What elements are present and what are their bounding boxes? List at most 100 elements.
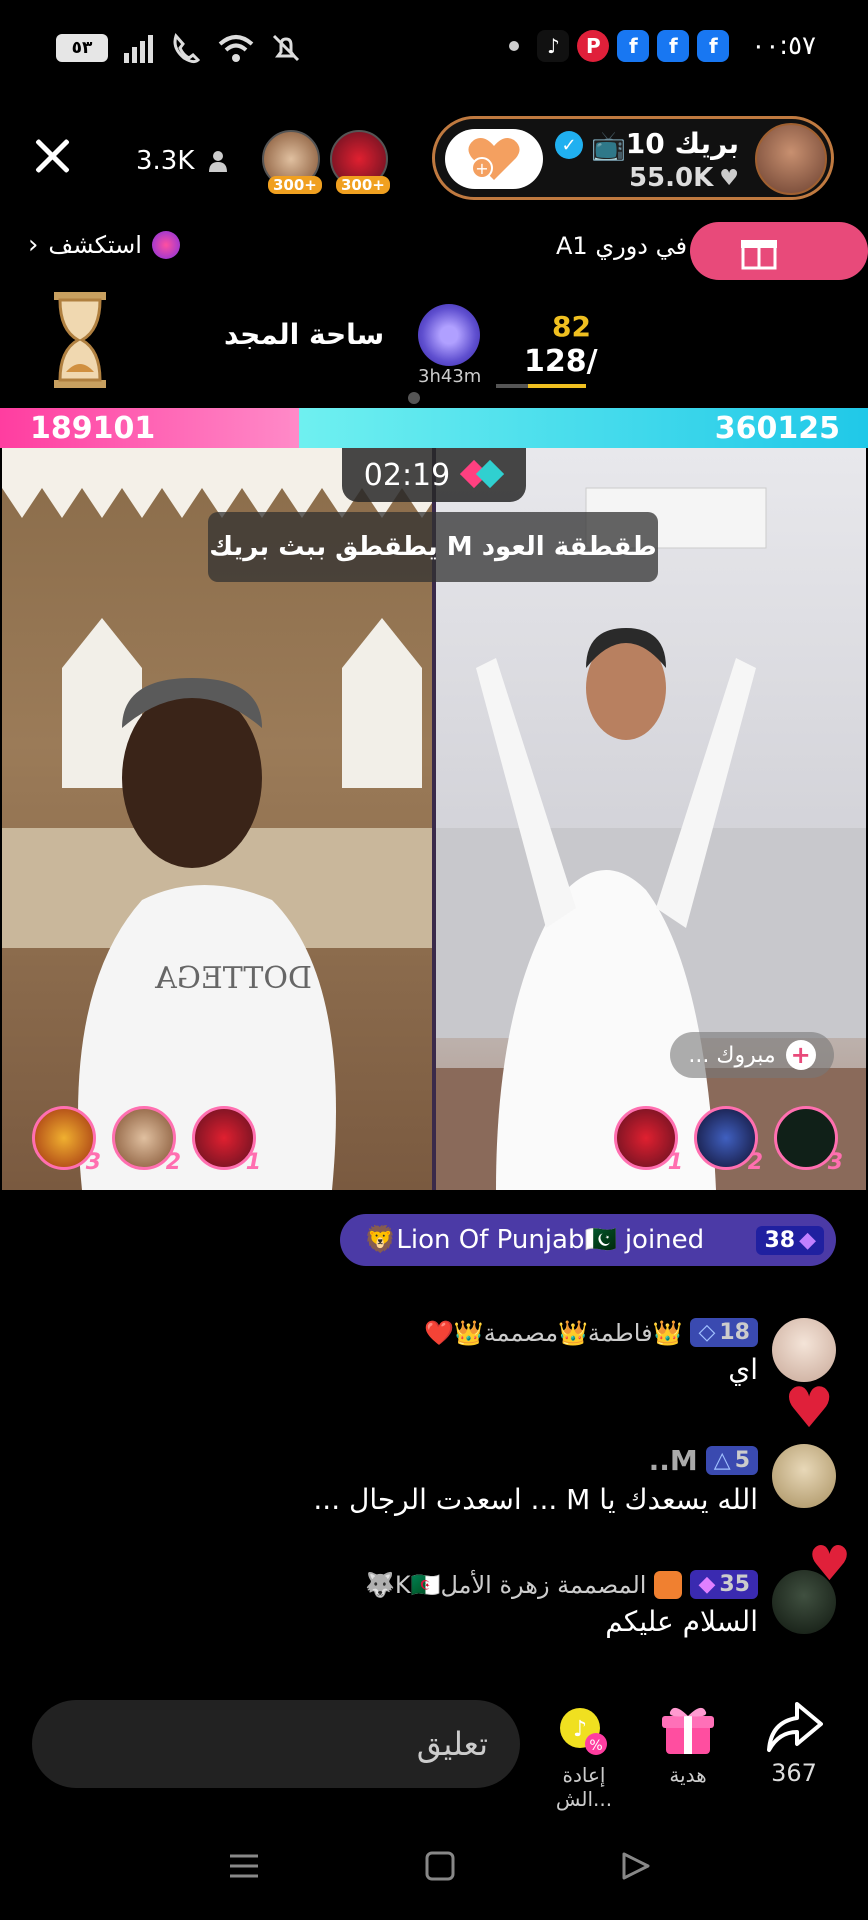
gift-icon <box>741 240 777 270</box>
left-score-bar: 189101 <box>0 408 299 448</box>
rank-number: 2 <box>165 1150 181 1175</box>
triangle-icon: △ <box>713 1448 731 1473</box>
heart-plus-icon: + <box>468 138 520 180</box>
gift-label: هدية <box>669 1763 707 1787</box>
svg-text:%: % <box>589 1738 602 1754</box>
heart-icon: ♥ <box>719 165 739 191</box>
host-name: بريك 10 <box>625 127 739 160</box>
fan-badge-icon <box>654 1570 683 1599</box>
comment-input[interactable]: تعليق <box>32 1700 520 1788</box>
right-score-bar: 360125 <box>298 408 868 448</box>
left-score: 189101 <box>30 410 156 446</box>
hourglass-icon <box>54 292 106 388</box>
reshare-icon: ♪% <box>560 1708 607 1755</box>
facebook-icon: f <box>657 30 690 62</box>
right-rank-avatar[interactable]: 1 <box>614 1106 683 1175</box>
planet-icon <box>151 231 180 259</box>
left-rank-avatar[interactable]: 3 <box>32 1106 101 1175</box>
follow-button[interactable]: + <box>445 129 543 189</box>
gifter-badge: 300+ <box>336 176 390 194</box>
right-rank-avatar[interactable]: 3 <box>774 1106 843 1175</box>
diamond-icon: ◆ <box>799 1227 816 1253</box>
host-likes-value: 55.0K <box>628 163 714 193</box>
indicator-dot <box>408 392 420 404</box>
comment-text: الله يسعدك يا M ... اسعدت الرجال ... <box>313 1483 758 1516</box>
svg-text:DOTTEGA: DOTTEGA <box>155 961 312 996</box>
floating-heart-icon: ♥ <box>808 1536 852 1592</box>
joined-user: 🦁Lion Of Punjab🇵🇰 <box>364 1225 617 1255</box>
user-level-badge: 5 △ <box>705 1446 758 1475</box>
diamond-icon: ◇ <box>698 1320 716 1345</box>
commenter-name: 👑فاطمة👑مصممة👑❤️ <box>424 1318 683 1347</box>
user-level-badge: 35 ◆ <box>690 1570 758 1599</box>
left-rank-avatar[interactable]: 1 <box>192 1106 261 1175</box>
pinterest-icon: P <box>577 30 610 62</box>
person-icon <box>209 151 228 172</box>
svg-text:+: + <box>475 159 488 178</box>
chat-message[interactable]: 35 ◆ المصممة زهرة الأملK🇩🇿🐺 السلام عليكم <box>365 1570 836 1638</box>
status-bar: ٥٣ ♪ P f f f ٠٠:٥٧ <box>0 0 868 100</box>
rank-number: 3 <box>85 1150 101 1175</box>
battle-score-bar: 189101 360125 <box>0 408 868 448</box>
commenter-avatar[interactable] <box>772 1318 836 1382</box>
top-gifter-avatar[interactable]: 300+ <box>330 130 390 194</box>
congrats-pill[interactable]: + مبروك ... <box>670 1032 834 1078</box>
target-timer: 3h43m <box>418 366 482 387</box>
battle-icon <box>460 459 505 489</box>
wifi-call-icon <box>173 33 201 64</box>
facebook-icon: f <box>617 30 650 62</box>
commenter-name: M.. <box>648 1444 698 1477</box>
rank-number: 1 <box>245 1150 261 1175</box>
floating-heart-icon: ♥ <box>784 1376 835 1441</box>
comment-placeholder: تعليق <box>416 1725 488 1763</box>
glory-arena-title[interactable]: ساحة المجد <box>224 318 384 351</box>
host-info-pill[interactable]: + ✓ 📺 بريك 10 55.0K ♥ <box>432 116 834 200</box>
rank-number: 3 <box>827 1150 843 1175</box>
menu-icon[interactable] <box>228 1850 260 1882</box>
clock: ٠٠:٥٧ <box>751 31 816 61</box>
joined-label: joined <box>624 1225 705 1255</box>
gift-promo-pill[interactable] <box>690 222 868 280</box>
comment-text: اي <box>728 1353 758 1386</box>
host-avatar[interactable] <box>755 123 827 195</box>
right-rank-avatar[interactable]: 2 <box>694 1106 763 1175</box>
battery-icon: ٥٣ <box>56 34 108 62</box>
battle-timer-value: 02:19 <box>363 457 451 493</box>
congrats-label: مبروك ... <box>688 1042 776 1068</box>
battle-timer: 02:19 <box>342 448 526 502</box>
top-gifter-avatar[interactable]: 300+ <box>262 130 322 194</box>
chat-message[interactable]: 5 △ M.. الله يسعدك يا M ... اسعدت الرجال … <box>313 1444 836 1516</box>
viewer-count-value: 3.3K <box>136 146 195 176</box>
explore-label: استكشف <box>48 231 142 259</box>
mute-icon <box>272 34 300 62</box>
explore-link[interactable]: استكشف ‹ <box>28 230 180 260</box>
share-count: 367 <box>771 1759 817 1787</box>
chevron-left-icon: ‹ <box>28 230 39 260</box>
tiktok-icon: ♪ <box>537 30 570 62</box>
target-icon[interactable] <box>418 304 480 366</box>
back-icon[interactable] <box>620 1850 652 1882</box>
gift-icon <box>662 1707 714 1754</box>
close-button[interactable] <box>30 134 74 178</box>
notification-dot <box>509 41 520 51</box>
chat-message[interactable]: 18 ◇ 👑فاطمة👑مصممة👑❤️ اي <box>424 1318 836 1386</box>
score-progress-fill <box>528 384 586 388</box>
league-label: في دوري A1 <box>556 232 688 260</box>
level-value: 35 <box>719 1572 750 1597</box>
host-likes: 55.0K ♥ <box>629 163 739 193</box>
commenter-avatar[interactable] <box>772 1444 836 1508</box>
reshare-button[interactable]: ♪% إعادة الش... <box>534 1706 634 1811</box>
left-rank-avatar[interactable]: 2 <box>112 1106 181 1175</box>
diamond-icon: ◆ <box>698 1572 716 1597</box>
level-value: 18 <box>719 1320 750 1345</box>
gift-button[interactable]: هدية <box>652 1702 724 1787</box>
rank-number: 2 <box>747 1150 763 1175</box>
share-button[interactable]: 367 <box>756 1700 832 1787</box>
score-current: 82 <box>552 310 591 343</box>
level-value: 38 <box>764 1227 796 1253</box>
facebook-icon: f <box>697 30 730 62</box>
viewer-count[interactable]: 3.3K <box>136 146 228 176</box>
comment-text: السلام عليكم <box>605 1605 758 1638</box>
home-icon[interactable] <box>424 1850 456 1882</box>
verified-icon: ✓ <box>555 131 583 159</box>
